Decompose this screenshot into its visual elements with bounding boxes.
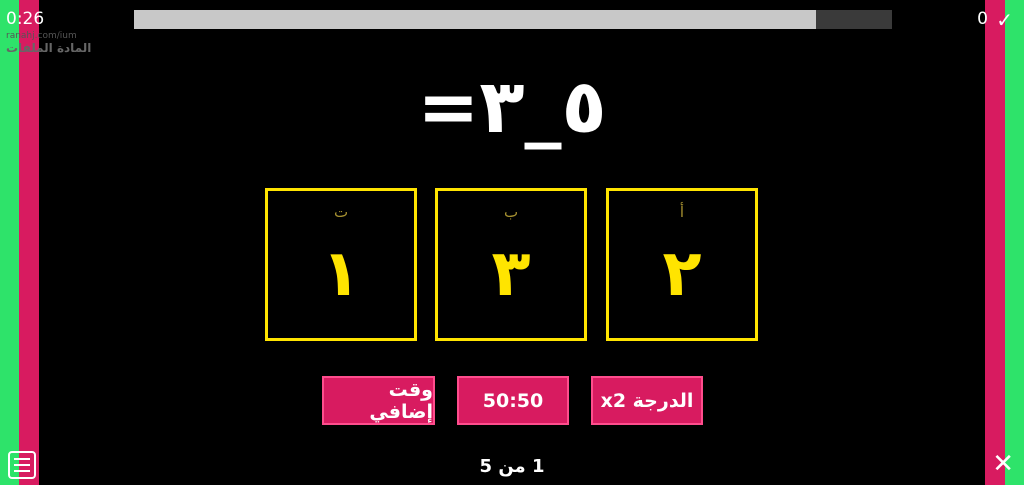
option-value: ٢ [662,237,702,311]
watermark-text: المادة الملفات [6,41,92,55]
double-score-button[interactable]: الدرجة x2 [591,376,703,425]
score: 0 [977,9,988,29]
menu-icon[interactable] [8,451,36,479]
option-letter: أ [679,203,685,221]
question-counter: 1 من 5 [479,456,545,477]
time-progress-fill [134,10,817,29]
check-icon: ✓ [996,8,1013,32]
fifty-fifty-button[interactable]: 50:50 [457,376,569,425]
option-letter: ت [333,203,349,221]
time-progress-bar [134,10,892,29]
question-text: ٥_٣= [417,64,607,150]
option-c[interactable]: ت ١ [265,188,417,341]
option-value: ٣ [491,237,531,311]
option-b[interactable]: ب ٣ [435,188,587,341]
extra-time-button[interactable]: وقت إضافي [322,376,435,425]
close-icon[interactable]: ✕ [992,450,1014,478]
watermark: ranahj.com/ium المادة الملفات [6,30,91,54]
option-value: ١ [321,237,361,311]
timer: 0:26 [6,9,45,29]
option-a[interactable]: أ ٢ [606,188,758,341]
option-letter: ب [503,203,519,221]
